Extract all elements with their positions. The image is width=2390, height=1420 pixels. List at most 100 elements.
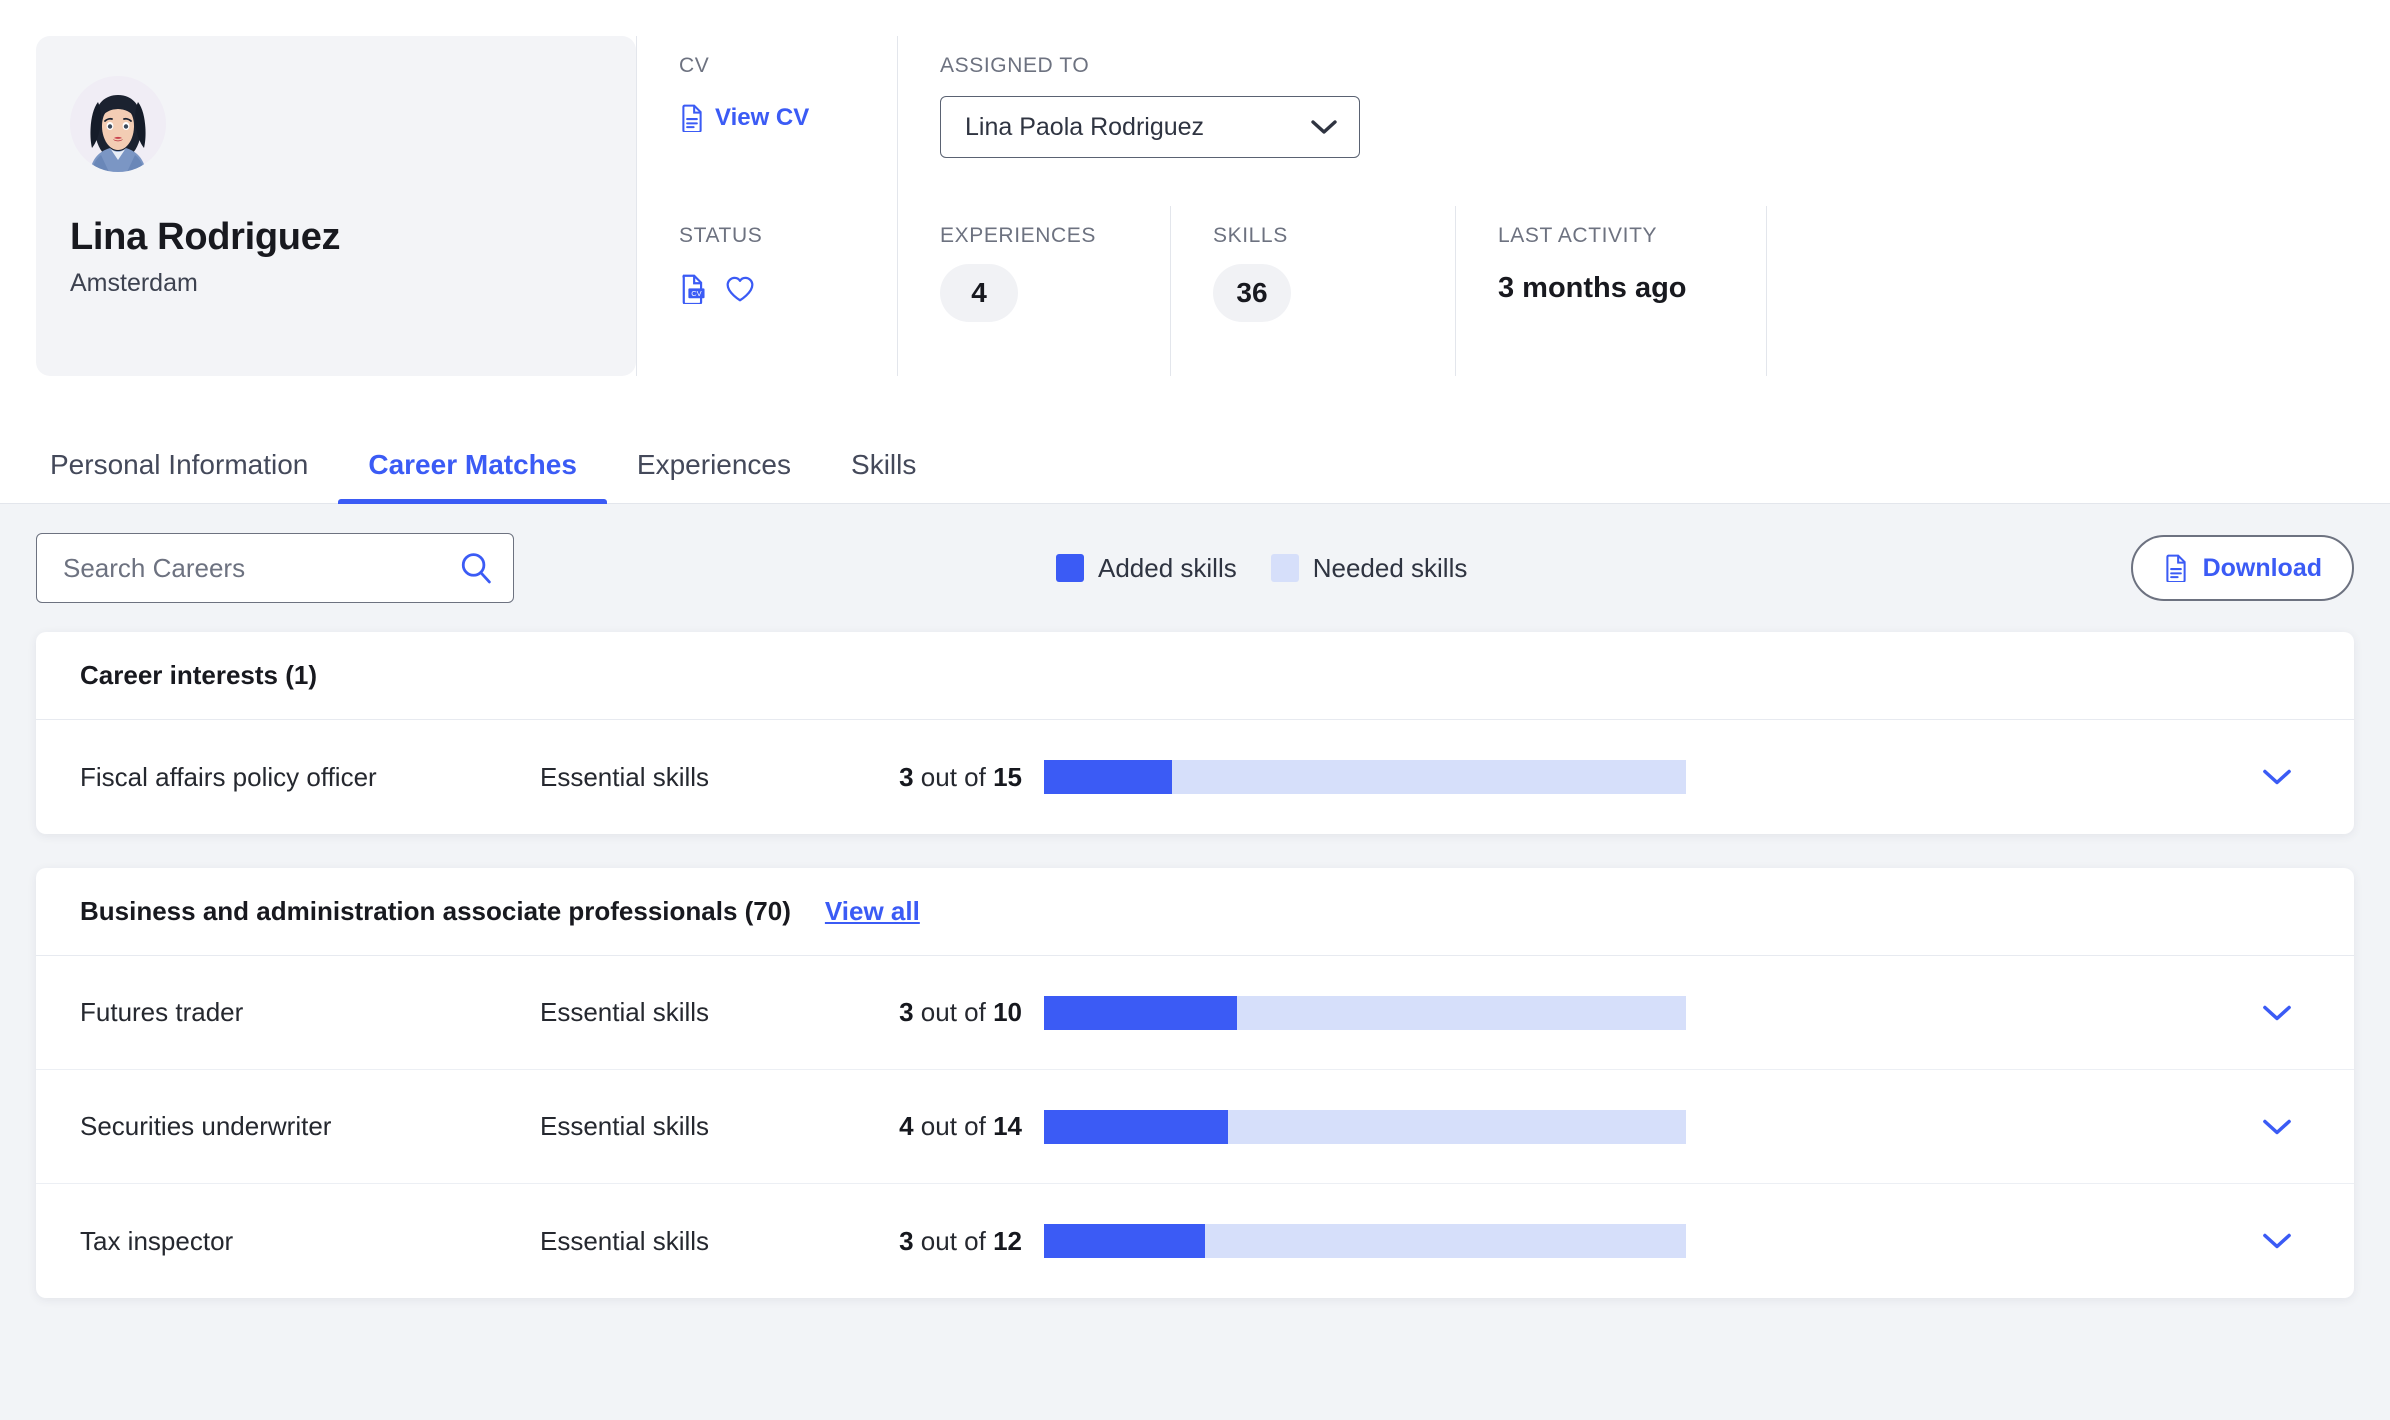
tab-bar: Personal Information Career Matches Experi… bbox=[0, 408, 2390, 505]
card-title: Career interests (1) bbox=[80, 660, 317, 690]
career-section-card: Business and administration associate pr… bbox=[36, 868, 2354, 1298]
out-of-text: out of bbox=[913, 997, 994, 1027]
meta-row-bottom: STATUS CV EXPERIENCES 4 SKILLS 36 LAST A… bbox=[636, 206, 2350, 376]
skills-total: 12 bbox=[993, 1225, 1022, 1256]
skills-count: 3 out of 10 bbox=[870, 997, 1022, 1028]
skills-type-label: Essential skills bbox=[540, 761, 710, 792]
career-row[interactable]: Securities underwriter Essential skills 4 … bbox=[36, 1070, 2354, 1184]
skills-have: 4 bbox=[899, 1111, 914, 1141]
assigned-to-value: Lina Paola Rodriguez bbox=[965, 112, 1205, 141]
skills-progress-bar bbox=[1044, 995, 1686, 1030]
skills-progress-fill bbox=[1044, 1109, 1228, 1144]
skills-count: 3 out of 12 bbox=[870, 1226, 1022, 1257]
skills-total: 15 bbox=[993, 761, 1022, 792]
card-header: Career interests (1) bbox=[36, 632, 2354, 720]
avatar bbox=[70, 76, 166, 172]
legend-label: Added skills bbox=[1098, 552, 1237, 583]
download-button[interactable]: Download bbox=[2130, 535, 2354, 601]
out-of-text: out of bbox=[913, 1225, 994, 1256]
skills-progress-bar bbox=[1044, 1109, 1686, 1144]
tab-personal-information[interactable]: Personal Information bbox=[20, 449, 338, 503]
assigned-to-block: ASSIGNED TO Lina Paola Rodriguez bbox=[898, 36, 1360, 158]
profile-city: Amsterdam bbox=[70, 269, 198, 297]
career-row[interactable]: Fiscal affairs policy officer Essential s… bbox=[36, 720, 2354, 834]
skills-type-label: Essential skills bbox=[540, 997, 710, 1027]
experiences-block: EXPERIENCES 4 bbox=[898, 206, 1170, 322]
experiences-label: EXPERIENCES bbox=[940, 224, 1096, 247]
skills-progress-fill bbox=[1044, 995, 1237, 1030]
card-header: Business and administration associate pr… bbox=[36, 868, 2354, 956]
card-title: Business and administration associate pr… bbox=[80, 896, 791, 926]
meta-row-top: CV View CV ASSIGNED TO Lina Paola Rodrig… bbox=[636, 36, 2350, 206]
heart-icon[interactable] bbox=[725, 275, 755, 303]
chevron-down-icon bbox=[1309, 117, 1339, 137]
career-title: Tax inspector bbox=[80, 1225, 234, 1256]
skills-progress-fill bbox=[1044, 760, 1173, 794]
experiences-value: 4 bbox=[940, 264, 1018, 322]
skills-total: 14 bbox=[993, 1111, 1022, 1141]
career-title: Securities underwriter bbox=[80, 1111, 332, 1141]
skills-type-label: Essential skills bbox=[540, 1111, 710, 1141]
tab-skills[interactable]: Skills bbox=[821, 449, 946, 503]
last-activity-label: LAST ACTIVITY bbox=[1498, 224, 1658, 247]
last-activity-block: LAST ACTIVITY 3 months ago bbox=[1456, 206, 1766, 305]
chart-legend: Added skills Needed skills bbox=[1056, 553, 1467, 584]
tab-label: Skills bbox=[851, 449, 917, 480]
skills-count: 3 out of 15 bbox=[870, 762, 1022, 793]
chevron-down-icon[interactable] bbox=[2260, 1230, 2294, 1252]
document-icon bbox=[679, 104, 705, 132]
legend-item: Added skills bbox=[1056, 553, 1237, 584]
skills-type-label: Essential skills bbox=[540, 1225, 710, 1256]
chevron-down-icon[interactable] bbox=[2260, 1116, 2294, 1138]
tab-label: Personal Information bbox=[50, 449, 309, 480]
skills-progress-bar bbox=[1044, 760, 1686, 794]
svg-text:CV: CV bbox=[691, 289, 701, 298]
document-icon bbox=[2163, 554, 2189, 582]
career-row[interactable]: Futures trader Essential skills 3 out of 1… bbox=[36, 956, 2354, 1070]
last-activity-value: 3 months ago bbox=[1498, 272, 1687, 304]
legend-label: Needed skills bbox=[1312, 552, 1468, 583]
view-cv-link[interactable]: View CV bbox=[679, 104, 809, 132]
profile-name: Lina Rodriguez bbox=[70, 216, 341, 258]
search-careers-box[interactable] bbox=[36, 533, 514, 603]
skills-progress-fill bbox=[1044, 1224, 1205, 1258]
legend-item: Needed skills bbox=[1270, 552, 1468, 584]
cv-label: CV bbox=[679, 54, 710, 77]
skills-count: 4 out of 14 bbox=[870, 1111, 1022, 1142]
view-cv-label: View CV bbox=[715, 104, 810, 131]
legend-swatch-added bbox=[1056, 554, 1084, 582]
profile-header: Lina Rodriguez Amsterdam CV View CV ASSI… bbox=[0, 0, 2390, 408]
tab-label: Career Matches bbox=[368, 449, 577, 480]
search-icon[interactable] bbox=[459, 551, 493, 585]
out-of-text: out of bbox=[913, 1111, 994, 1141]
tab-career-matches[interactable]: Career Matches bbox=[338, 449, 607, 505]
skills-progress-bar bbox=[1044, 1224, 1686, 1258]
legend-swatch-needed bbox=[1270, 554, 1299, 582]
skills-label: SKILLS bbox=[1213, 224, 1288, 247]
skills-have: 3 bbox=[899, 997, 914, 1027]
skills-have: 3 bbox=[899, 1225, 914, 1256]
skills-total: 10 bbox=[993, 997, 1022, 1027]
out-of-text: out of bbox=[913, 761, 994, 792]
career-sections: Career interests (1) Fiscal affairs polic… bbox=[36, 632, 2354, 1298]
chevron-down-icon[interactable] bbox=[2260, 1002, 2294, 1024]
profile-meta: CV View CV ASSIGNED TO Lina Paola Rodrig… bbox=[636, 36, 2350, 376]
cv-block: CV View CV bbox=[637, 36, 897, 137]
career-row[interactable]: Tax inspector Essential skills 3 out of 12 bbox=[36, 1184, 2354, 1298]
tab-label: Experiences bbox=[636, 449, 792, 480]
status-label: STATUS bbox=[679, 224, 763, 247]
cv-document-icon[interactable]: CV bbox=[679, 274, 707, 304]
career-title: Futures trader bbox=[80, 997, 244, 1027]
assigned-to-select[interactable]: Lina Paola Rodriguez bbox=[940, 96, 1360, 158]
download-label: Download bbox=[2202, 553, 2322, 582]
view-all-link[interactable]: View all bbox=[825, 896, 920, 927]
chevron-down-icon[interactable] bbox=[2260, 766, 2294, 788]
skills-block: SKILLS 36 bbox=[1171, 206, 1455, 322]
search-input[interactable] bbox=[63, 552, 433, 584]
skills-value: 36 bbox=[1213, 264, 1291, 322]
tab-experiences[interactable]: Experiences bbox=[607, 449, 821, 503]
divider bbox=[1766, 206, 1767, 376]
status-block: STATUS CV bbox=[637, 206, 897, 304]
profile-card: Lina Rodriguez Amsterdam bbox=[36, 36, 636, 376]
skills-have: 3 bbox=[899, 761, 914, 792]
